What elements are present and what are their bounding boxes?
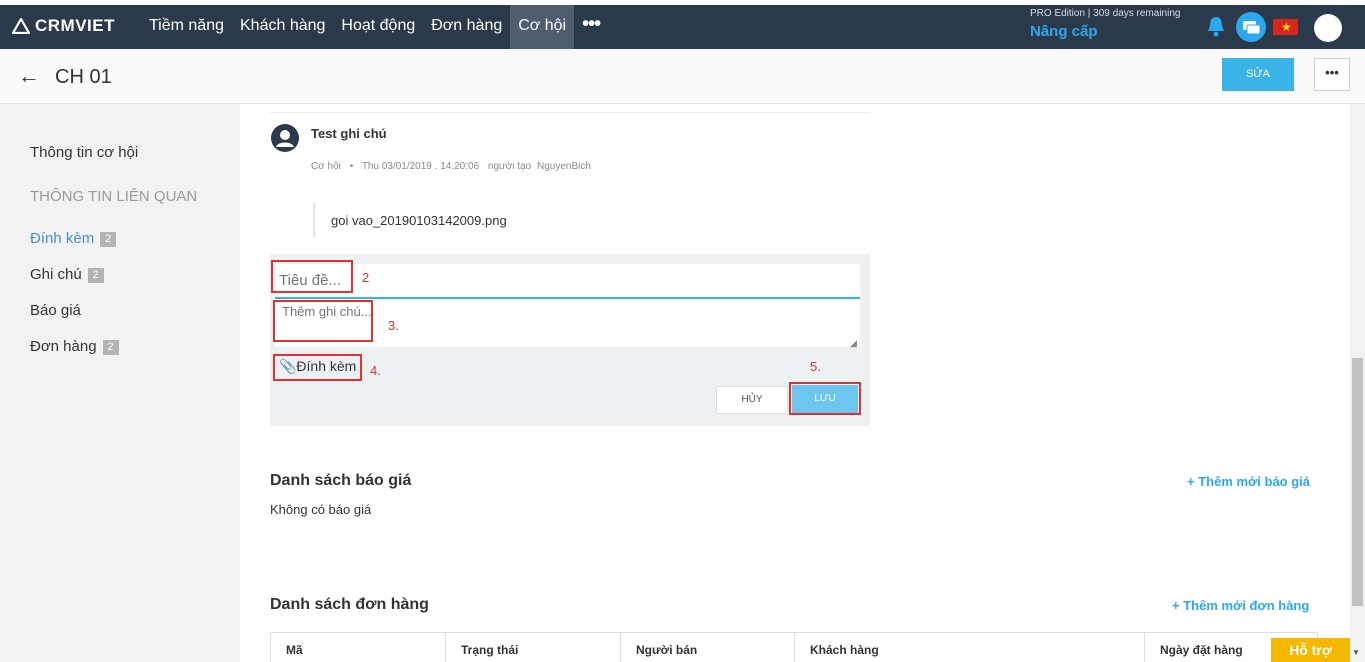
- add-quote-link[interactable]: + Thêm mới báo giá: [1187, 474, 1310, 489]
- orders-table-header: Mã Trạng thái Người bán Khách hàng Ngày …: [270, 632, 1318, 662]
- annotation-step-label: 4.: [370, 363, 381, 378]
- note-date: Thu 03/01/2019 . 14:20:06: [361, 161, 480, 172]
- note-type: Cơ hội: [311, 161, 341, 172]
- nav-khach-hang[interactable]: Khách hàng: [232, 5, 333, 49]
- main-nav: Tiềm năng Khách hàng Hoạt động Đơn hàng …: [141, 5, 608, 49]
- chat-icon[interactable]: [1236, 12, 1266, 42]
- attachment-file-link[interactable]: goi vao_20190103142009.png: [331, 213, 507, 228]
- user-avatar[interactable]: [1314, 14, 1342, 42]
- sidebar-related-heading: THÔNG TIN LIÊN QUAN: [30, 188, 198, 205]
- sidebar-item-attachments[interactable]: Đính kèm 2: [30, 230, 117, 247]
- note-meta: Cơ hội • Thu 03/01/2019 . 14:20:06 người…: [311, 161, 597, 172]
- back-arrow-icon[interactable]: ←: [18, 63, 40, 89]
- creator-label: người tạo: [487, 161, 532, 172]
- sidebar-item-notes[interactable]: Ghi chú 2: [30, 266, 104, 283]
- scroll-down-icon[interactable]: ▼: [1352, 648, 1360, 657]
- attachment-bar: [313, 203, 315, 237]
- cancel-button[interactable]: HỦY: [716, 386, 788, 414]
- sidebar-item-label: Đính kèm: [30, 230, 95, 247]
- column-header-code[interactable]: Mã: [271, 633, 446, 662]
- page-header: ← CH 01 SỬA •••: [0, 49, 1365, 104]
- edit-button[interactable]: SỬA: [1222, 58, 1294, 91]
- edition-info: PRO Edition | 309 days remaining: [1030, 8, 1181, 19]
- annotation-box: [273, 354, 362, 381]
- divider: [270, 112, 870, 113]
- page-title: CH 01: [55, 66, 112, 88]
- nav-hoat-dong[interactable]: Hoạt động: [333, 5, 423, 49]
- support-button[interactable]: Hỗ trợ: [1271, 638, 1350, 662]
- note-title: Test ghi chú: [311, 126, 387, 141]
- note-author-avatar-icon: [271, 124, 299, 152]
- top-navbar: CRMVIET Tiềm năng Khách hàng Hoạt động Đ…: [0, 5, 1365, 49]
- annotation-step-label: 2: [362, 270, 370, 285]
- vietnam-flag-icon[interactable]: ★: [1273, 19, 1298, 35]
- nav-tiem-nang[interactable]: Tiềm năng: [141, 5, 232, 49]
- more-options-button[interactable]: •••: [1314, 58, 1350, 91]
- upgrade-link[interactable]: Nâng cấp: [1030, 23, 1098, 40]
- sidebar-item-label: Báo giá: [30, 302, 81, 319]
- sidebar-item-label: Đơn hàng: [30, 338, 97, 355]
- sidebar-info-link[interactable]: Thông tin cơ hội: [30, 144, 138, 161]
- annotation-box: [273, 300, 373, 342]
- orders-section-title: Danh sách đơn hàng: [270, 596, 429, 613]
- resize-handle-icon[interactable]: ◢: [850, 338, 857, 349]
- bell-icon[interactable]: [1206, 15, 1226, 42]
- nav-more-icon[interactable]: •••: [574, 5, 608, 49]
- nav-don-hang[interactable]: Đơn hàng: [423, 5, 510, 49]
- annotation-box: [789, 382, 861, 415]
- quotes-empty-text: Không có báo giá: [270, 502, 372, 517]
- scrollbar-thumb[interactable]: [1352, 358, 1363, 606]
- count-badge: 2: [102, 340, 119, 355]
- nav-co-hoi[interactable]: Cơ hội: [510, 5, 575, 49]
- bullet: •: [349, 161, 354, 172]
- sidebar-item-label: Ghi chú: [30, 266, 82, 283]
- column-header-status[interactable]: Trạng thái: [446, 633, 621, 662]
- column-header-customer[interactable]: Khách hàng: [795, 633, 1145, 662]
- annotation-step-label: 5.: [810, 359, 821, 374]
- count-badge: 2: [87, 268, 104, 283]
- add-order-link[interactable]: + Thêm mới đơn hàng: [1172, 598, 1309, 613]
- column-header-seller[interactable]: Người bán: [621, 633, 795, 662]
- quotes-section-title: Danh sách báo giá: [270, 472, 412, 489]
- count-badge: 2: [100, 232, 117, 247]
- annotation-step-label: 3.: [388, 318, 399, 333]
- sidebar-item-orders[interactable]: Đơn hàng 2: [30, 338, 119, 355]
- logo-icon: [12, 18, 30, 34]
- note-creator: NguyenBich: [536, 161, 591, 172]
- logo-text: CRMVIET: [35, 16, 115, 35]
- annotation-box: [271, 260, 353, 293]
- crmviet-logo[interactable]: CRMVIET: [12, 16, 115, 36]
- sidebar-item-quotes[interactable]: Báo giá: [30, 302, 81, 319]
